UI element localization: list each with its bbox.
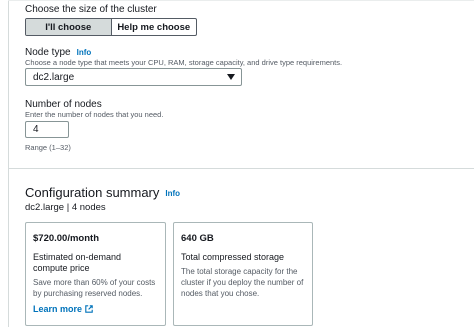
number-of-nodes-description: Enter the number of nodes that you need. bbox=[25, 110, 164, 119]
ill-choose-button[interactable]: I'll choose bbox=[26, 19, 112, 35]
number-of-nodes-input[interactable]: 4 bbox=[25, 121, 69, 138]
node-type-select[interactable]: dc2.large bbox=[25, 68, 242, 86]
number-of-nodes-label: Number of nodes bbox=[25, 99, 102, 110]
node-type-description: Choose a node type that meets your CPU, … bbox=[25, 58, 343, 67]
section-divider bbox=[8, 168, 474, 169]
left-border bbox=[0, 0, 9, 327]
compute-price-title: Estimated on-demand compute price bbox=[33, 252, 122, 273]
caret-down-icon bbox=[227, 74, 235, 80]
node-type-label-text: Node type bbox=[25, 47, 71, 58]
cluster-size-label: Choose the size of the cluster bbox=[25, 4, 157, 15]
configuration-summary-title: Configuration summary bbox=[25, 185, 160, 200]
storage-value: 640 GB bbox=[181, 233, 214, 244]
configuration-summary-heading: Configuration summary Info bbox=[25, 185, 180, 200]
storage-text: The total storage capacity for the clust… bbox=[181, 267, 304, 298]
top-divider bbox=[8, 0, 474, 1]
learn-more-label: Learn more bbox=[33, 304, 83, 314]
help-me-choose-button[interactable]: Help me choose bbox=[112, 19, 197, 35]
compute-price-text: Save more than 60% of your costs by purc… bbox=[33, 278, 156, 298]
node-type-selected-value: dc2.large bbox=[33, 71, 75, 83]
node-type-label: Node type Info bbox=[25, 47, 91, 58]
node-type-info-link[interactable]: Info bbox=[77, 48, 92, 57]
cluster-size-segmented-control: I'll choose Help me choose bbox=[25, 18, 197, 36]
storage-card: 640 GB Total compressed storage The tota… bbox=[173, 222, 313, 326]
external-link-icon bbox=[85, 305, 93, 313]
learn-more-link[interactable]: Learn more bbox=[33, 304, 93, 314]
compute-price-card: $720.00/month Estimated on-demand comput… bbox=[25, 222, 166, 326]
configuration-summary-info-link[interactable]: Info bbox=[165, 189, 180, 198]
number-of-nodes-range: Range (1–32) bbox=[25, 143, 71, 152]
storage-title: Total compressed storage bbox=[181, 252, 285, 262]
compute-price-value: $720.00/month bbox=[33, 233, 99, 244]
configuration-summary-subtitle: dc2.large | 4 nodes bbox=[25, 202, 106, 213]
